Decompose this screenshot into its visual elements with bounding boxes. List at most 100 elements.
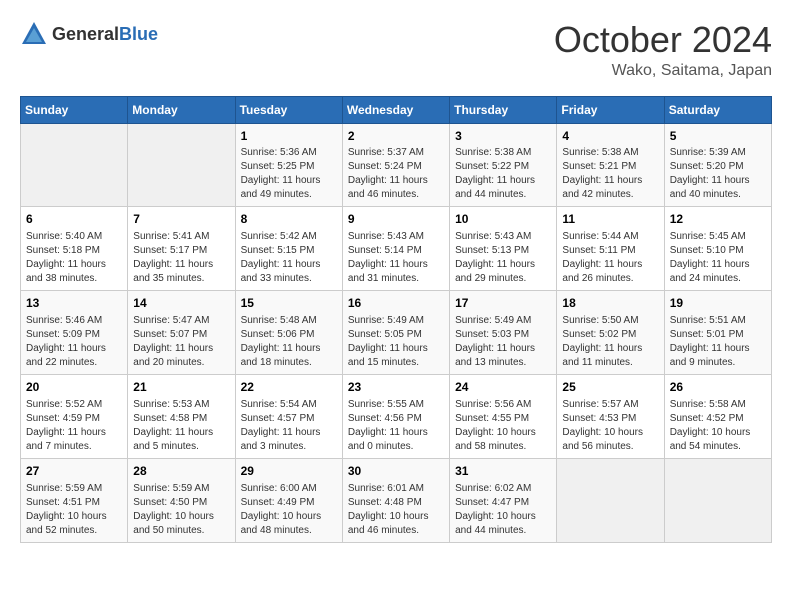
day-info: Sunrise: 5:49 AM Sunset: 5:03 PM Dayligh…: [455, 314, 551, 370]
location-text: Wako, Saitama, Japan: [554, 62, 772, 80]
calendar-cell: 24 Sunrise: 5:56 AM Sunset: 4:55 PM Dayli…: [450, 374, 557, 458]
day-info: Sunrise: 5:53 AM Sunset: 4:58 PM Dayligh…: [133, 398, 229, 454]
day-number: 8: [241, 211, 337, 228]
day-number: 26: [670, 379, 766, 396]
day-number: 6: [26, 211, 122, 228]
calendar-cell: 25Sunrise: 5:57 AM Sunset: 4:53 PM Dayli…: [557, 374, 664, 458]
day-info: Sunrise: 6:00 AM Sunset: 4:49 PM Dayligh…: [241, 482, 337, 538]
day-number: 1: [241, 128, 337, 145]
day-number: 20: [26, 379, 122, 396]
calendar-cell: 30Sunrise: 6:01 AM Sunset: 4:48 PM Dayli…: [342, 458, 449, 542]
calendar-cell: [128, 123, 235, 207]
day-info: Sunrise: 5:56 AM Sunset: 4:55 PM Dayligh…: [455, 398, 551, 454]
day-info: Sunrise: 5:48 AM Sunset: 5:06 PM Dayligh…: [241, 314, 337, 370]
day-number: 18: [562, 295, 658, 312]
calendar-cell: 10Sunrise: 5:43 AM Sunset: 5:13 PM Dayli…: [450, 207, 557, 291]
day-info: Sunrise: 5:54 AM Sunset: 4:57 PM Dayligh…: [241, 398, 337, 454]
logo-general-text: General: [52, 24, 119, 44]
logo-blue-text: Blue: [119, 24, 158, 44]
day-number: 28: [133, 463, 229, 480]
calendar-cell: 17 Sunrise: 5:49 AM Sunset: 5:03 PM Dayli…: [450, 291, 557, 375]
calendar-cell: 8 Sunrise: 5:42 AM Sunset: 5:15 PM Daylig…: [235, 207, 342, 291]
calendar-week-row: 20 Sunrise: 5:52 AM Sunset: 4:59 PM Dayli…: [21, 374, 772, 458]
day-number: 13: [26, 295, 122, 312]
calendar-cell: 22 Sunrise: 5:54 AM Sunset: 4:57 PM Dayli…: [235, 374, 342, 458]
day-info: Sunrise: 5:51 AM Sunset: 5:01 PM Dayligh…: [670, 314, 766, 370]
day-info: Sunrise: 5:46 AM Sunset: 5:09 PM Dayligh…: [26, 314, 122, 370]
calendar-cell: [664, 458, 771, 542]
calendar-cell: 15 Sunrise: 5:48 AM Sunset: 5:06 PM Dayli…: [235, 291, 342, 375]
calendar-cell: 29 Sunrise: 6:00 AM Sunset: 4:49 PM Dayli…: [235, 458, 342, 542]
day-info: Sunrise: 5:59 AM Sunset: 4:51 PM Dayligh…: [26, 482, 122, 538]
day-info: Sunrise: 5:42 AM Sunset: 5:15 PM Dayligh…: [241, 230, 337, 286]
calendar-cell: 7Sunrise: 5:41 AM Sunset: 5:17 PM Daylig…: [128, 207, 235, 291]
day-number: 22: [241, 379, 337, 396]
day-number: 27: [26, 463, 122, 480]
calendar-table: SundayMondayTuesdayWednesdayThursdayFrid…: [20, 96, 772, 543]
day-info: Sunrise: 5:36 AM Sunset: 5:25 PM Dayligh…: [241, 146, 337, 202]
calendar-cell: 19 Sunrise: 5:51 AM Sunset: 5:01 PM Dayli…: [664, 291, 771, 375]
day-info: Sunrise: 5:40 AM Sunset: 5:18 PM Dayligh…: [26, 230, 122, 286]
calendar-week-row: 6 Sunrise: 5:40 AM Sunset: 5:18 PM Daylig…: [21, 207, 772, 291]
logo: GeneralBlue: [20, 20, 158, 48]
weekday-header-row: SundayMondayTuesdayWednesdayThursdayFrid…: [21, 96, 772, 123]
calendar-cell: [557, 458, 664, 542]
weekday-header-saturday: Saturday: [664, 96, 771, 123]
calendar-body: 1Sunrise: 5:36 AM Sunset: 5:25 PM Daylig…: [21, 123, 772, 542]
day-info: Sunrise: 5:37 AM Sunset: 5:24 PM Dayligh…: [348, 146, 444, 202]
day-number: 21: [133, 379, 229, 396]
day-info: Sunrise: 5:45 AM Sunset: 5:10 PM Dayligh…: [670, 230, 766, 286]
weekday-header-wednesday: Wednesday: [342, 96, 449, 123]
day-number: 31: [455, 463, 551, 480]
day-number: 14: [133, 295, 229, 312]
weekday-header-monday: Monday: [128, 96, 235, 123]
calendar-header: SundayMondayTuesdayWednesdayThursdayFrid…: [21, 96, 772, 123]
day-info: Sunrise: 5:39 AM Sunset: 5:20 PM Dayligh…: [670, 146, 766, 202]
day-number: 29: [241, 463, 337, 480]
day-number: 23: [348, 379, 444, 396]
calendar-cell: 14 Sunrise: 5:47 AM Sunset: 5:07 PM Dayli…: [128, 291, 235, 375]
day-info: Sunrise: 5:52 AM Sunset: 4:59 PM Dayligh…: [26, 398, 122, 454]
day-number: 17: [455, 295, 551, 312]
day-number: 7: [133, 211, 229, 228]
day-info: Sunrise: 5:59 AM Sunset: 4:50 PM Dayligh…: [133, 482, 229, 538]
calendar-week-row: 27 Sunrise: 5:59 AM Sunset: 4:51 PM Dayli…: [21, 458, 772, 542]
calendar-cell: 28 Sunrise: 5:59 AM Sunset: 4:50 PM Dayli…: [128, 458, 235, 542]
weekday-header-friday: Friday: [557, 96, 664, 123]
day-info: Sunrise: 5:44 AM Sunset: 5:11 PM Dayligh…: [562, 230, 658, 286]
month-title: October 2024: [554, 20, 772, 60]
day-number: 16: [348, 295, 444, 312]
calendar-cell: 31 Sunrise: 6:02 AM Sunset: 4:47 PM Dayli…: [450, 458, 557, 542]
calendar-week-row: 1Sunrise: 5:36 AM Sunset: 5:25 PM Daylig…: [21, 123, 772, 207]
day-number: 24: [455, 379, 551, 396]
day-info: Sunrise: 5:50 AM Sunset: 5:02 PM Dayligh…: [562, 314, 658, 370]
calendar-cell: 18 Sunrise: 5:50 AM Sunset: 5:02 PM Dayli…: [557, 291, 664, 375]
day-info: Sunrise: 5:43 AM Sunset: 5:13 PM Dayligh…: [455, 230, 551, 286]
page-header: GeneralBlue October 2024 Wako, Saitama, …: [20, 20, 772, 80]
day-info: Sunrise: 5:55 AM Sunset: 4:56 PM Dayligh…: [348, 398, 444, 454]
calendar-cell: 23 Sunrise: 5:55 AM Sunset: 4:56 PM Dayli…: [342, 374, 449, 458]
calendar-cell: 21 Sunrise: 5:53 AM Sunset: 4:58 PM Dayli…: [128, 374, 235, 458]
calendar-cell: 1Sunrise: 5:36 AM Sunset: 5:25 PM Daylig…: [235, 123, 342, 207]
calendar-cell: 20 Sunrise: 5:52 AM Sunset: 4:59 PM Dayli…: [21, 374, 128, 458]
calendar-week-row: 13 Sunrise: 5:46 AM Sunset: 5:09 PM Dayli…: [21, 291, 772, 375]
day-number: 19: [670, 295, 766, 312]
day-info: Sunrise: 6:02 AM Sunset: 4:47 PM Dayligh…: [455, 482, 551, 538]
calendar-cell: 26Sunrise: 5:58 AM Sunset: 4:52 PM Dayli…: [664, 374, 771, 458]
day-info: Sunrise: 5:47 AM Sunset: 5:07 PM Dayligh…: [133, 314, 229, 370]
day-info: Sunrise: 5:38 AM Sunset: 5:21 PM Dayligh…: [562, 146, 658, 202]
day-info: Sunrise: 6:01 AM Sunset: 4:48 PM Dayligh…: [348, 482, 444, 538]
weekday-header-thursday: Thursday: [450, 96, 557, 123]
day-number: 12: [670, 211, 766, 228]
day-number: 4: [562, 128, 658, 145]
calendar-cell: [21, 123, 128, 207]
calendar-cell: 12 Sunrise: 5:45 AM Sunset: 5:10 PM Dayli…: [664, 207, 771, 291]
day-number: 11: [562, 211, 658, 228]
day-info: Sunrise: 5:43 AM Sunset: 5:14 PM Dayligh…: [348, 230, 444, 286]
calendar-cell: 3Sunrise: 5:38 AM Sunset: 5:22 PM Daylig…: [450, 123, 557, 207]
day-number: 15: [241, 295, 337, 312]
calendar-cell: 27 Sunrise: 5:59 AM Sunset: 4:51 PM Dayli…: [21, 458, 128, 542]
day-number: 25: [562, 379, 658, 396]
weekday-header-tuesday: Tuesday: [235, 96, 342, 123]
day-info: Sunrise: 5:49 AM Sunset: 5:05 PM Dayligh…: [348, 314, 444, 370]
